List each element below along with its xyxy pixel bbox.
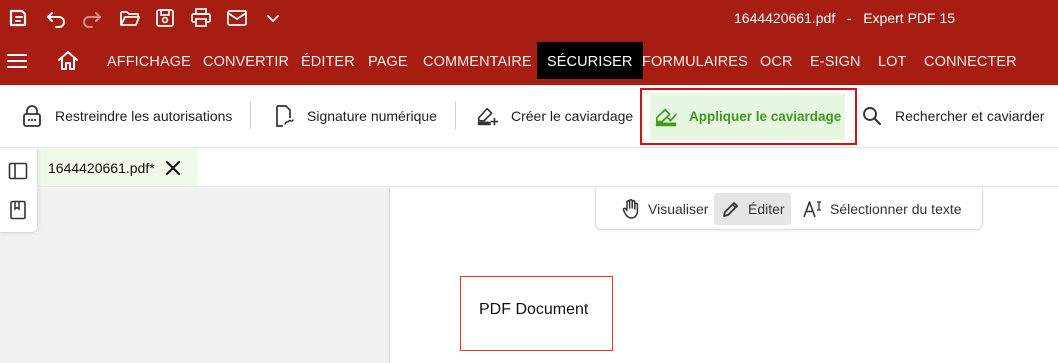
undo-icon[interactable] (44, 6, 68, 30)
create-redaction-button[interactable]: Créer le caviardage (476, 85, 633, 147)
tab-formulaires[interactable]: FORMULAIRES (632, 42, 758, 79)
sidebar-toggle-icon[interactable] (7, 160, 29, 182)
ribbon-separator (455, 101, 456, 129)
edit-mode-label: Éditer (748, 201, 785, 217)
window-title: 1644420661.pdf - Expert PDF 15 (734, 10, 956, 26)
tab-commentaire[interactable]: COMMENTAIRE (413, 42, 542, 79)
tab-connecter[interactable]: CONNECTER (914, 42, 1027, 79)
redo-icon[interactable] (80, 6, 104, 30)
document-tab[interactable]: 1644420661.pdf* (38, 149, 198, 186)
save-icon[interactable] (153, 6, 177, 30)
page-edge (389, 188, 390, 363)
text-cursor-icon (802, 198, 824, 220)
side-panel (0, 149, 38, 233)
tab-affichage[interactable]: AFFICHAGE (97, 42, 201, 79)
restrict-permissions-label: Restreindre les autorisations (55, 108, 233, 124)
sidebar-background (38, 188, 389, 233)
digital-signature-label: Signature numérique (307, 108, 437, 124)
search-and-redact-label: Rechercher et caviarder (895, 108, 1045, 124)
signature-document-icon (272, 104, 296, 128)
app-logo-icon[interactable] (6, 6, 30, 30)
sidebar-background (0, 233, 389, 363)
print-icon[interactable] (189, 6, 213, 30)
ribbon-separator (250, 101, 251, 129)
hand-icon (620, 198, 642, 220)
redaction-area[interactable]: PDF Document (460, 276, 613, 351)
lock-icon (20, 104, 44, 128)
mode-toolbar: Visualiser Éditer Sélectionner du texte (595, 189, 983, 230)
title-bar: 1644420661.pdf - Expert PDF 15 (0, 0, 1058, 36)
view-mode-label: Visualiser (648, 201, 709, 217)
tab-editer[interactable]: ÉDITER (291, 42, 365, 79)
tab-convertir[interactable]: CONVERTIR (193, 42, 299, 79)
edit-mode-button[interactable]: Éditer (714, 193, 791, 225)
view-mode-button[interactable]: Visualiser (614, 193, 714, 225)
tab-securiser[interactable]: SÉCURISER (537, 42, 643, 79)
select-text-label: Sélectionner du texte (830, 201, 962, 217)
create-redaction-label: Créer le caviardage (511, 108, 634, 124)
document-tab-label: 1644420661.pdf* (48, 159, 155, 176)
apply-redaction-label: Appliquer le caviardage (689, 109, 842, 124)
search-icon (860, 104, 884, 128)
close-icon[interactable] (164, 159, 182, 177)
apply-redaction-button[interactable]: Appliquer le caviardage (640, 88, 858, 145)
home-icon[interactable] (57, 50, 79, 72)
apply-redaction-icon (654, 105, 678, 129)
pencil-icon (720, 198, 742, 220)
tab-lot[interactable]: LOT (868, 42, 917, 79)
document-tab-strip: 1644420661.pdf* (38, 149, 1058, 187)
hamburger-menu-icon[interactable] (6, 50, 28, 72)
create-redaction-icon (476, 104, 500, 128)
email-icon[interactable] (225, 6, 249, 30)
search-and-redact-button[interactable]: Rechercher et caviarder (860, 85, 1044, 147)
ribbon-toolbar: Restreindre les autorisations Signature … (0, 85, 1058, 148)
tab-e-sign[interactable]: E-SIGN (800, 42, 871, 79)
select-text-button[interactable]: Sélectionner du texte (796, 193, 968, 225)
tab-page[interactable]: PAGE (358, 42, 418, 79)
redaction-text: PDF Document (479, 301, 589, 318)
digital-signature-button[interactable]: Signature numérique (272, 85, 437, 147)
bookmark-icon[interactable] (7, 199, 29, 221)
open-folder-icon[interactable] (118, 6, 142, 30)
menu-bar: AFFICHAGE CONVERTIR ÉDITER PAGE COMMENTA… (0, 36, 1058, 85)
tab-ocr[interactable]: OCR (750, 42, 803, 79)
chevron-down-icon[interactable] (261, 6, 285, 30)
restrict-permissions-button[interactable]: Restreindre les autorisations (20, 85, 232, 147)
